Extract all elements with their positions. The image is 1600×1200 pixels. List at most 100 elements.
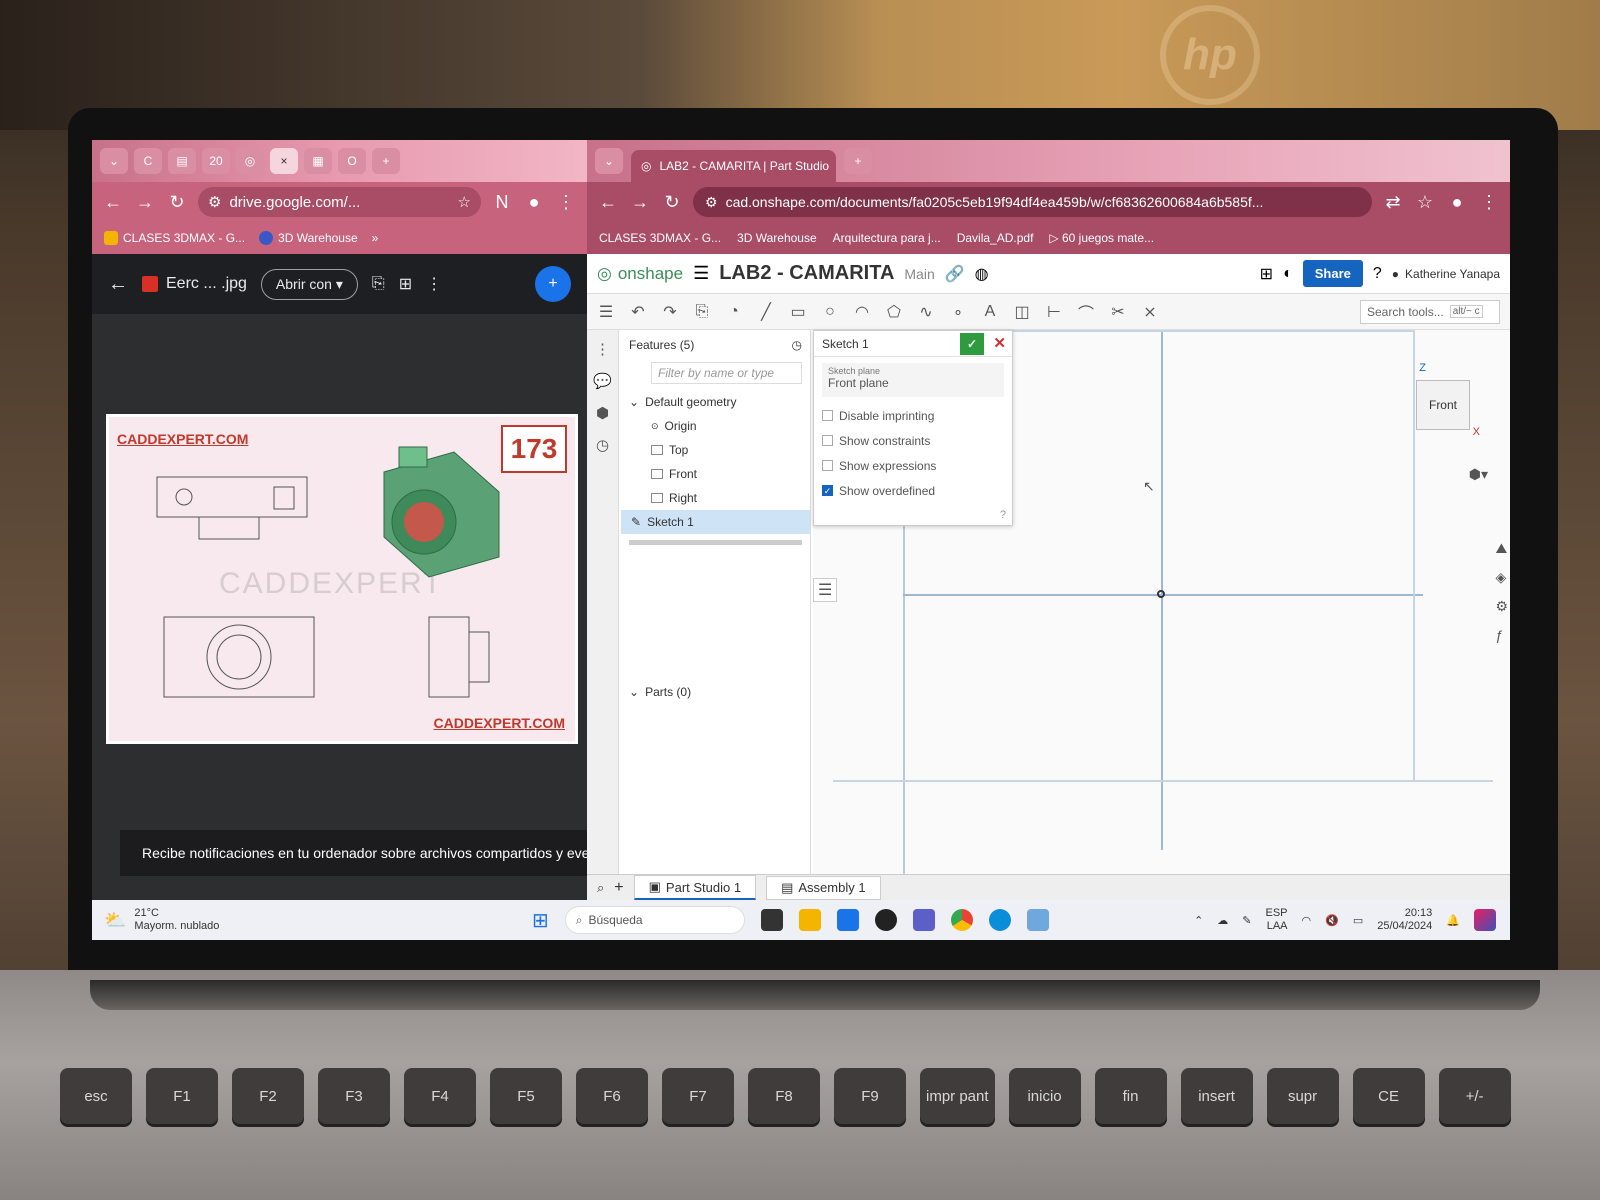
key-f8[interactable]: F8 [748,1068,820,1124]
tab-office[interactable]: ▦ [304,148,332,174]
accept-check-button[interactable]: ✓ [960,333,984,355]
rectangle-tool-icon[interactable]: ▭ [789,302,807,322]
weather-widget[interactable]: ⛅ 21°C Mayorm. nublado [104,907,219,933]
circle-tool-icon[interactable]: ○ [821,303,839,321]
parts-icon[interactable]: ⬢ [596,404,609,422]
new-tab-button[interactable]: + [372,148,400,174]
key-f4[interactable]: F4 [404,1068,476,1124]
pen-icon[interactable]: ✎ [1242,914,1251,927]
feature-filter-input[interactable]: Filter by name or type [651,362,802,384]
trim-icon[interactable]: ✂ [1109,302,1127,322]
key-f3[interactable]: F3 [318,1068,390,1124]
store-icon[interactable] [836,909,859,931]
move-to-folder-icon[interactable]: ⎘ [372,275,385,293]
onedrive-icon[interactable]: ☁ [1217,914,1228,927]
default-geometry-group[interactable]: ⌄ Default geometry [621,390,810,414]
view-tool-icon-3[interactable]: ⚙ [1495,598,1508,615]
reload-icon[interactable]: ↻ [661,192,683,213]
copy-icon[interactable]: ⎘ [693,303,711,321]
point-tool-icon[interactable]: ∘ [949,302,967,322]
checkbox-checked[interactable]: ✓ [822,485,833,496]
tab-badge-20[interactable]: 20 [202,148,230,174]
menu-kebab-icon[interactable]: ⋮ [1478,192,1500,213]
sketch-origin-point[interactable] [1157,590,1165,598]
redo-icon[interactable]: ↷ [661,302,679,322]
tab-canva[interactable]: C [134,148,162,174]
key-f1[interactable]: F1 [146,1068,218,1124]
clock[interactable]: 20:13 25/04/2024 [1377,907,1432,933]
key-print-screen[interactable]: impr pant [920,1068,995,1124]
forward-icon[interactable]: → [134,192,156,213]
view-tool-icon-2[interactable]: ◈ [1495,569,1508,586]
arc-tool-icon[interactable]: ◠ [853,302,871,322]
extension-icon[interactable]: N [491,192,513,213]
option-disable-imprinting[interactable]: Disable imprinting [814,403,1012,428]
site-settings-icon[interactable]: ⚙ [208,193,221,211]
option-show-overdefined[interactable]: ✓ Show overdefined [814,478,1012,503]
tab-chrome[interactable]: ◎ [236,148,264,174]
feature-front-plane[interactable]: Front [621,462,810,486]
teams-icon[interactable] [912,909,935,931]
left-url-field[interactable]: ⚙ drive.google.com/... ☆ [198,187,481,217]
undo-icon[interactable]: ↶ [629,302,647,322]
parts-group[interactable]: ⌄ Parts (0) [621,680,691,704]
spline-tool-icon[interactable]: ∿ [917,302,935,322]
key-insert[interactable]: insert [1180,1068,1253,1124]
globe-icon[interactable]: ◍ [975,264,989,284]
bookmark-3d-warehouse[interactable]: 3D Warehouse [259,231,358,245]
checkbox[interactable] [822,460,833,471]
back-arrow-icon[interactable]: ← [108,273,128,296]
feature-top-plane[interactable]: Top [621,438,810,462]
feature-list-icon[interactable]: ☰ [597,302,615,322]
view-tool-icon-1[interactable]: ⛰ [1495,540,1508,557]
view-options-icon[interactable]: ⬢▾ [1469,466,1488,483]
share-button[interactable]: Share [1302,260,1363,287]
bookmark-clases-3dmax[interactable]: CLASES 3DMAX - G... [104,231,245,245]
profile-avatar[interactable]: ● [1446,192,1468,213]
tab-assembly-1[interactable]: ▤ Assembly 1 [766,875,881,900]
tab-part-studio-1[interactable]: ▣ Part Studio 1 [633,875,757,900]
key-esc[interactable]: esc [60,1068,132,1124]
edge-icon[interactable] [988,909,1011,931]
more-options-icon[interactable]: ⋮ [426,274,442,294]
share-user-button[interactable]: + [535,266,571,302]
branch-name[interactable]: Main [904,266,934,282]
back-icon[interactable]: ← [597,192,619,213]
chevron-up-icon[interactable]: ⌃ [1194,914,1203,927]
file-explorer-icon[interactable] [798,909,821,931]
volume-mute-icon[interactable]: 🔇 [1325,914,1339,927]
constraint-icon[interactable]: ⨯ [1141,302,1159,322]
add-tab-icon[interactable]: + [614,879,623,897]
cancel-x-button[interactable]: ✕ [993,334,1006,352]
taskbar-search[interactable]: ⌕ Búsqueda [564,906,745,934]
profile-avatar[interactable]: ● [523,192,545,213]
polygon-tool-icon[interactable]: ⬠ [885,302,903,322]
chrome-icon[interactable] [950,909,973,931]
bookmark-davila-pdf[interactable]: Davila_AD.pdf [957,231,1034,245]
add-comment-icon[interactable]: ⊞ [399,274,412,294]
history-icon[interactable]: ◷ [596,436,609,454]
copilot-icon[interactable] [1474,909,1496,931]
bookmark-star-icon[interactable]: ☆ [1414,192,1436,213]
sketch-list-icon[interactable]: ☰ [813,578,838,602]
key-plus-minus[interactable]: +/- [1438,1068,1511,1124]
battery-icon[interactable]: ▭ [1353,914,1363,927]
option-show-expressions[interactable]: Show expressions [814,453,1012,478]
view-cube[interactable]: Front [1416,380,1470,430]
search-tools-field[interactable]: Search tools... alt/~ c [1360,299,1500,324]
feature-tree-icon[interactable]: ⋮ [595,340,610,358]
bookmark-3d-warehouse[interactable]: 3D Warehouse [737,231,817,245]
key-delete[interactable]: supr [1266,1068,1339,1124]
menu-kebab-icon[interactable]: ⋮ [555,192,577,213]
checkbox[interactable] [822,410,833,421]
key-f9[interactable]: F9 [834,1068,906,1124]
line-tool-icon[interactable]: ╱ [757,302,775,322]
hamburger-menu-icon[interactable]: ☰ [693,263,709,284]
help-icon[interactable]: ? [1000,509,1006,521]
sketch-plane-field[interactable]: Sketch plane Front plane [822,363,1004,397]
snap-icon[interactable]: ◔ [725,303,743,321]
app-store-icon[interactable]: ⊞ [1260,264,1273,284]
tab-onshape[interactable]: ◎ LAB2 - CAMARITA | Part Studio × [631,150,836,182]
forward-icon[interactable]: → [629,192,651,213]
tab-list-button[interactable]: ⌄ [100,148,128,174]
